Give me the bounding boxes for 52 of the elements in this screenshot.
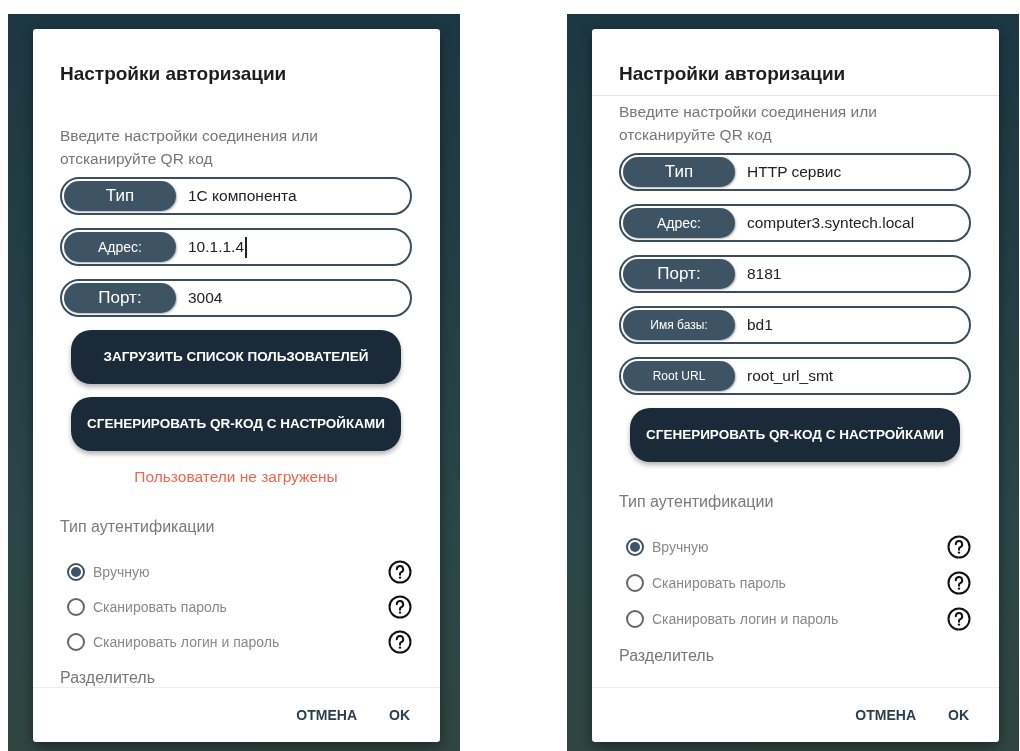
dialog-title: Настройки авторизации: [619, 63, 847, 85]
field-value: root_url_smt: [746, 367, 834, 385]
help-icon[interactable]: [388, 594, 412, 619]
help-icon[interactable]: [947, 607, 971, 631]
help-icon[interactable]: [947, 535, 971, 559]
radio-option[interactable]: Вручную: [67, 562, 150, 581]
action-button[interactable]: СГЕНЕРИРОВАТЬ QR-КОД С НАСТРОЙКАМИ: [71, 397, 401, 451]
settings-field[interactable]: Адрес: 10.1.1.4: [60, 228, 412, 266]
field-label: Имя базы:: [623, 310, 735, 340]
field-value: 1С компонента: [187, 187, 297, 205]
field-label: Адрес:: [64, 232, 176, 262]
settings-field[interactable]: Имя базы: bd1: [619, 306, 971, 344]
section-label: Тип аутентификации: [60, 518, 216, 536]
settings-field[interactable]: Порт: 8181: [619, 255, 971, 293]
field-label: Тип: [623, 157, 735, 187]
radio-option[interactable]: Вручную: [626, 538, 709, 556]
section-label: Разделитель: [619, 647, 715, 665]
help-icon[interactable]: [388, 559, 412, 584]
help-icon[interactable]: [947, 571, 971, 595]
radio-option[interactable]: Сканировать логин и пароль: [67, 632, 280, 651]
dialog-button[interactable]: OK: [377, 699, 422, 731]
radio-option[interactable]: Сканировать пароль: [67, 597, 227, 616]
settings-field[interactable]: Тип HTTP сервис: [619, 153, 971, 191]
field-value: computer3.syntech.local: [746, 214, 915, 232]
settings-field[interactable]: Root URL root_url_smt: [619, 357, 971, 395]
field-label: Тип: [64, 181, 176, 211]
help-icon[interactable]: [388, 629, 412, 654]
action-button[interactable]: ЗАГРУЗИТЬ СПИСОК ПОЛЬЗОВАТЕЛЕЙ: [71, 330, 401, 384]
section-label: Разделитель: [60, 669, 156, 687]
instruction-text: Введите настройки соединения или отсканируйте QR код: [60, 126, 319, 169]
field-label: Порт:: [64, 283, 176, 313]
dialog-button[interactable]: OK: [936, 699, 981, 731]
dialog-button[interactable]: ОТМЕНА: [843, 699, 928, 731]
status-message: Пользователи не загружены: [133, 468, 339, 486]
field-value: 8181: [746, 265, 782, 283]
section-label: Тип аутентификации: [619, 493, 775, 511]
field-label: Адрес:: [623, 208, 735, 238]
field-value: 10.1.1.4: [176, 236, 247, 258]
settings-field[interactable]: Адрес: computer3.syntech.local: [619, 204, 971, 242]
field-value: 3004: [187, 289, 223, 307]
action-button[interactable]: СГЕНЕРИРОВАТЬ QR-КОД С НАСТРОЙКАМИ: [630, 408, 960, 462]
field-label: Порт:: [623, 259, 735, 289]
dialog-title: Настройки авторизации: [60, 63, 288, 85]
dialog-button[interactable]: ОТМЕНА: [284, 699, 369, 731]
field-value: bd1: [746, 316, 773, 334]
field-label: Root URL: [623, 361, 735, 391]
instruction-text: Введите настройки соединения или отсканируйте QR код: [619, 102, 878, 145]
settings-field[interactable]: Порт: 3004: [60, 279, 412, 317]
field-value: HTTP сервис: [746, 163, 842, 181]
radio-option[interactable]: Сканировать пароль: [626, 574, 786, 592]
settings-field[interactable]: Тип 1С компонента: [60, 177, 412, 215]
radio-option[interactable]: Сканировать логин и пароль: [626, 610, 839, 628]
